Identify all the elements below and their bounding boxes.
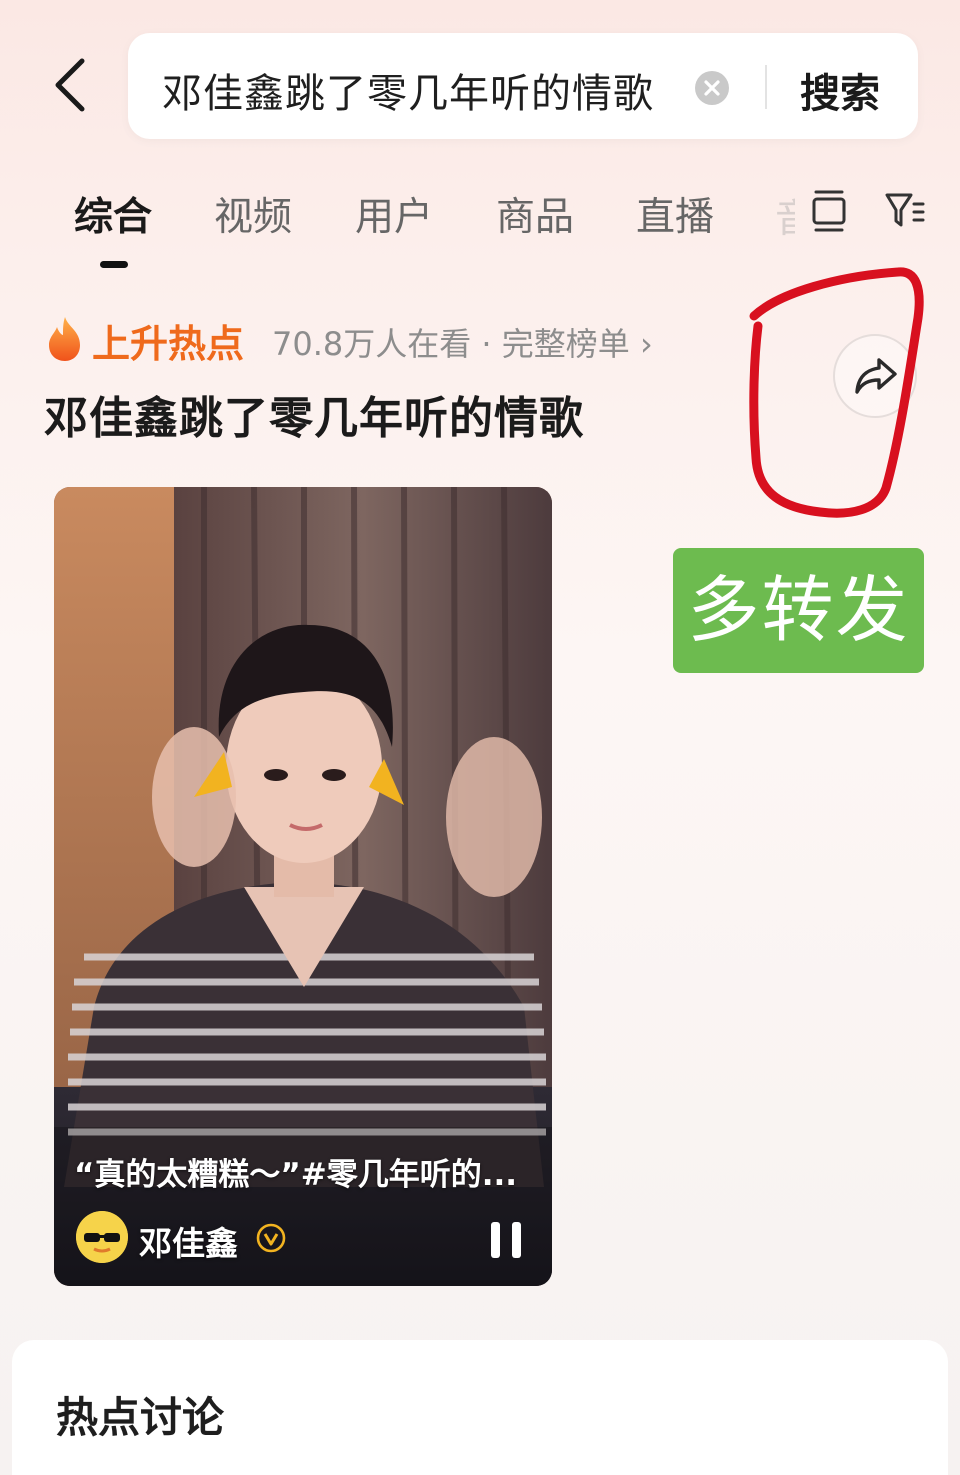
share-button[interactable] <box>833 334 917 418</box>
viewer-count-link[interactable]: 70.8万人在看 · 完整榜单 › <box>272 319 653 365</box>
tab-users[interactable]: 用户 <box>355 186 433 242</box>
video-card[interactable]: “真的太糟糕～”#零几年听的... 邓佳鑫 <box>54 487 552 1286</box>
clear-icon[interactable] <box>694 70 730 106</box>
author-name[interactable]: 邓佳鑫 <box>139 1217 238 1265</box>
back-button[interactable] <box>48 55 98 115</box>
active-tab-indicator <box>100 261 128 268</box>
video-caption: “真的太糟糕～”#零几年听的... <box>74 1157 518 1193</box>
discussion-title: 热点讨论 <box>56 1393 225 1442</box>
search-bar: 邓佳鑫跳了零几年听的情歌 搜索 <box>128 33 918 139</box>
tab-music[interactable]: 音 <box>775 188 795 244</box>
flame-icon <box>49 317 80 361</box>
hot-discussion-section: 热点讨论 <box>12 1340 948 1475</box>
tab-products[interactable]: 商品 <box>496 186 574 242</box>
author-avatar[interactable] <box>76 1211 128 1263</box>
search-button[interactable]: 搜索 <box>800 61 880 119</box>
category-tabs: 综合 视频 用户 商品 直播 音 <box>0 180 960 280</box>
tab-video[interactable]: 视频 <box>214 186 292 242</box>
share-icon <box>855 358 897 394</box>
tab-live[interactable]: 直播 <box>636 186 714 242</box>
tab-comprehensive[interactable]: 综合 <box>74 186 152 242</box>
verified-icon <box>256 1223 286 1253</box>
back-icon <box>55 58 85 112</box>
hot-badge: 上升热点 <box>92 322 245 366</box>
search-input[interactable]: 邓佳鑫跳了零几年听的情歌 <box>162 61 654 119</box>
pause-icon[interactable] <box>488 1220 524 1260</box>
filter-icon[interactable] <box>884 190 926 232</box>
search-divider <box>765 65 767 109</box>
hot-topic-title[interactable]: 邓佳鑫跳了零几年听的情歌 <box>44 382 584 446</box>
repost-annotation-banner: 多转发 <box>673 548 924 673</box>
layout-icon[interactable] <box>808 188 850 234</box>
